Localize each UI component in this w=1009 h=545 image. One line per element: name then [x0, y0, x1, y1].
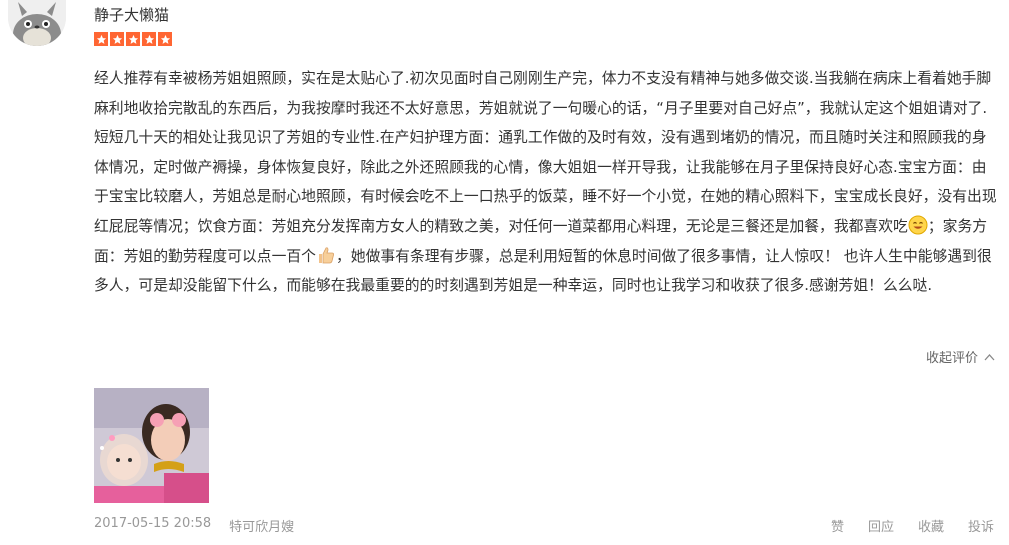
report-button[interactable]: 投诉: [968, 516, 994, 535]
star-icon: [142, 32, 156, 46]
star-icon: [110, 32, 124, 46]
favorite-button[interactable]: 收藏: [918, 516, 944, 535]
review-actions: 赞 回应 收藏 投诉: [831, 516, 994, 535]
collapse-label: 收起评价: [925, 351, 978, 366]
star-icon: [158, 32, 172, 46]
thumbs-up-icon: [316, 245, 336, 265]
review-card: 静子大懒猫 经人推荐有幸被杨芳姐姐照顾，实在是太贴心了.初次见面时自己刚刚生产完…: [0, 0, 1009, 545]
chevron-up-icon: [984, 353, 995, 360]
mother-baby-photo-image: [94, 388, 209, 503]
review-photo-thumbnail[interactable]: [94, 388, 209, 503]
smile-emoji-icon: [908, 215, 928, 235]
review-product[interactable]: 特可欣月嫂: [229, 516, 294, 535]
star-icon: [94, 32, 108, 46]
star-icon: [126, 32, 140, 46]
username[interactable]: 静子大懒猫: [94, 4, 169, 26]
like-button[interactable]: 赞: [831, 516, 844, 535]
review-text-part1: 经人推荐有幸被杨芳姐姐照顾，实在是太贴心了.初次见面时自己刚刚生产完，体力不支没…: [94, 70, 997, 235]
reply-button[interactable]: 回应: [868, 516, 894, 535]
totoro-avatar-image: [8, 0, 66, 46]
review-date: 2017-05-15 20:58: [94, 516, 212, 531]
review-meta: 2017-05-15 20:58 特可欣月嫂: [94, 516, 294, 535]
review-text: 经人推荐有幸被杨芳姐姐照顾，实在是太贴心了.初次见面时自己刚刚生产完，体力不支没…: [94, 64, 998, 301]
collapse-review-button[interactable]: 收起评价: [926, 347, 995, 366]
star-rating: [94, 32, 172, 48]
user-avatar[interactable]: [8, 0, 66, 46]
